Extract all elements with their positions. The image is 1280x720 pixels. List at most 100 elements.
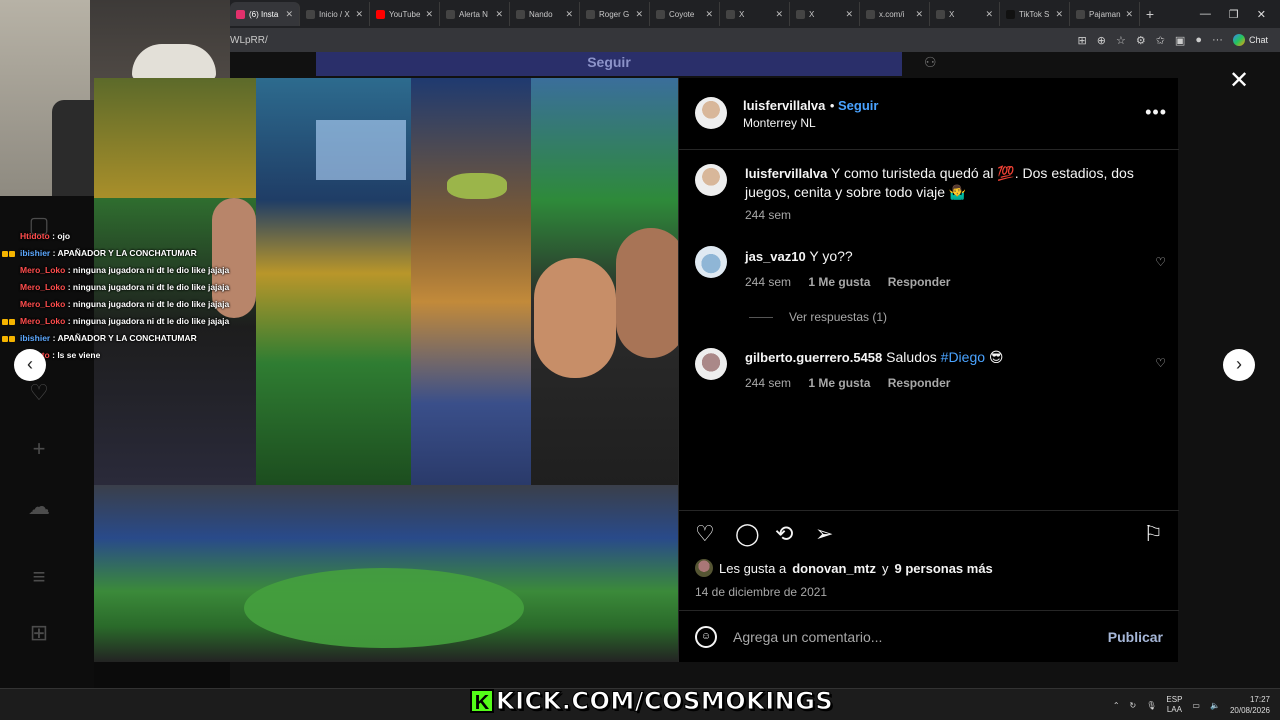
browser-tab[interactable]: Nando ✕: [510, 2, 580, 26]
reply-button[interactable]: Responder: [888, 376, 951, 390]
heart-icon[interactable]: ♡: [26, 380, 52, 406]
chat-username[interactable]: ibishier: [20, 248, 50, 258]
browser-tab[interactable]: X ✕: [790, 2, 860, 26]
view-replies-button[interactable]: Ver respuestas (1): [749, 310, 887, 324]
profile-icon[interactable]: ●: [1195, 34, 1202, 46]
reply-button[interactable]: Responder: [888, 275, 951, 289]
comment-author[interactable]: jas_vaz10: [745, 249, 806, 264]
cloud-icon[interactable]: ☁: [26, 494, 52, 520]
show-hidden-icon[interactable]: ⌃: [1113, 701, 1120, 710]
chat-username[interactable]: ibishier: [20, 333, 50, 343]
apps-grid-icon[interactable]: ⊞: [26, 620, 52, 646]
browser-tab[interactable]: YouTube ✕: [370, 2, 440, 26]
extension-icon[interactable]: ⚙: [1136, 34, 1146, 47]
browser-tab[interactable]: TikTok S ✕: [1000, 2, 1070, 26]
more-menu-icon[interactable]: ···: [1212, 34, 1223, 46]
browser-tab[interactable]: Coyote ✕: [650, 2, 720, 26]
share-icon[interactable]: ➢: [815, 521, 833, 547]
author-avatar[interactable]: [695, 97, 727, 129]
prev-post-button[interactable]: ‹: [14, 349, 46, 381]
save-icon[interactable]: ⚐: [1143, 521, 1163, 547]
chat-username[interactable]: Mero_Loko: [20, 265, 65, 275]
tab-favicon-icon: [726, 9, 735, 19]
comment-icon[interactable]: ◯: [735, 521, 760, 547]
chat-username[interactable]: Mero_Loko: [20, 282, 65, 292]
browser-tab[interactable]: X ✕: [930, 2, 1000, 26]
next-post-button[interactable]: ›: [1223, 349, 1255, 381]
comment-time[interactable]: 244 sem: [745, 376, 791, 390]
comment-author[interactable]: gilberto.guerrero.5458: [745, 350, 882, 365]
address-bar-icons: ⊞ ⊕ ☆ ⚙ ✩ ▣ ● ··· Chat: [1078, 34, 1280, 47]
like-comment-icon[interactable]: ♡: [1155, 255, 1166, 269]
emoji-icon[interactable]: ☺: [695, 625, 717, 648]
browser-tab[interactable]: (6) Insta ✕: [230, 2, 300, 26]
favorites-icon[interactable]: ✩: [1156, 34, 1165, 47]
browser-tab[interactable]: Pajaman ✕: [1070, 2, 1140, 26]
browser-tab[interactable]: Inicio / X ✕: [300, 2, 370, 26]
comment-avatar[interactable]: [695, 246, 727, 278]
tab-close-icon[interactable]: ✕: [355, 9, 363, 20]
more-options-icon[interactable]: •••: [1145, 102, 1167, 123]
follow-button[interactable]: Seguir: [838, 98, 878, 113]
caption-author[interactable]: luisfervillalva: [745, 166, 827, 181]
close-modal-icon[interactable]: ✕: [1229, 66, 1249, 95]
author-name[interactable]: luisfervillalva: [743, 98, 825, 113]
tab-close-icon[interactable]: ✕: [495, 9, 503, 20]
restore-icon[interactable]: ❐: [1229, 8, 1239, 21]
hashtag-link[interactable]: #Diego: [941, 349, 985, 365]
chat-username[interactable]: Mero_Loko: [20, 299, 65, 309]
browser-tab[interactable]: Alerta N ✕: [440, 2, 510, 26]
display-icon[interactable]: ▭: [1192, 701, 1200, 710]
minimize-icon[interactable]: —: [1200, 8, 1211, 21]
comment-likes[interactable]: 1 Me gusta: [808, 275, 870, 289]
comment-input[interactable]: Agrega un comentario...: [733, 629, 1108, 645]
chat-button[interactable]: Chat: [1232, 34, 1268, 46]
tab-close-icon[interactable]: ✕: [705, 9, 713, 20]
tab-close-icon[interactable]: ✕: [425, 9, 433, 20]
volume-icon[interactable]: 🔈: [1210, 701, 1220, 710]
browser-tab[interactable]: Roger G ✕: [580, 2, 650, 26]
like-icon[interactable]: ♡: [695, 521, 715, 547]
tab-close-icon[interactable]: ✕: [915, 9, 923, 20]
plus-icon[interactable]: +: [26, 436, 52, 462]
like-comment-icon[interactable]: ♡: [1155, 356, 1166, 370]
address-bar[interactable]: WLpRR/ ⊞ ⊕ ☆ ⚙ ✩ ▣ ● ··· Chat: [230, 28, 1280, 52]
bookmark-star-icon[interactable]: ☆: [1116, 34, 1126, 47]
network-icon[interactable]: ↻: [1130, 701, 1137, 710]
new-tab-button[interactable]: +: [1140, 6, 1160, 22]
liker-name[interactable]: donovan_mtz: [792, 561, 876, 576]
post-location[interactable]: Monterrey NL: [743, 116, 816, 130]
install-app-icon[interactable]: ⊞: [1078, 34, 1087, 47]
clock[interactable]: 17:27 20/08/2026: [1230, 694, 1270, 716]
menu-icon[interactable]: ≡: [26, 564, 52, 590]
tab-close-icon[interactable]: ✕: [985, 9, 993, 20]
tab-close-icon[interactable]: ✕: [635, 9, 643, 20]
collections-icon[interactable]: ▣: [1175, 34, 1185, 47]
tab-close-icon[interactable]: ✕: [845, 9, 853, 20]
comment-avatar[interactable]: [695, 348, 727, 380]
chat-username[interactable]: Htidoto: [20, 231, 50, 241]
comment-likes[interactable]: 1 Me gusta: [808, 376, 870, 390]
tab-close-icon[interactable]: ✕: [285, 9, 293, 20]
language-indicator[interactable]: ESP LAA: [1166, 695, 1182, 715]
repost-icon[interactable]: ⟲: [775, 521, 793, 547]
chat-username[interactable]: Mero_Loko: [20, 316, 65, 326]
close-window-icon[interactable]: ✕: [1257, 8, 1266, 21]
browser-tab[interactable]: X ✕: [720, 2, 790, 26]
tab-close-icon[interactable]: ✕: [1125, 9, 1133, 20]
likes-mid: y: [882, 560, 889, 576]
mic-icon[interactable]: 🎙: [1146, 701, 1156, 710]
caption-time[interactable]: 244 sem: [745, 208, 791, 222]
tab-close-icon[interactable]: ✕: [1055, 9, 1063, 20]
publish-button[interactable]: Publicar: [1108, 629, 1163, 645]
comment-time[interactable]: 244 sem: [745, 275, 791, 289]
likes-others[interactable]: 9 personas más: [895, 561, 993, 576]
chat-message: ibishier : APAÑADOR Y LA CONCHATUMAR: [2, 245, 234, 262]
zoom-icon[interactable]: ⊕: [1097, 34, 1106, 47]
tab-close-icon[interactable]: ✕: [775, 9, 783, 20]
browser-tab[interactable]: x.com/i ✕: [860, 2, 930, 26]
comment-item: gilberto.guerrero.5458 Saludos #Diego 😎: [745, 348, 1145, 367]
liker-avatar[interactable]: [695, 559, 713, 577]
tab-close-icon[interactable]: ✕: [565, 9, 573, 20]
caption-avatar[interactable]: [695, 164, 727, 196]
